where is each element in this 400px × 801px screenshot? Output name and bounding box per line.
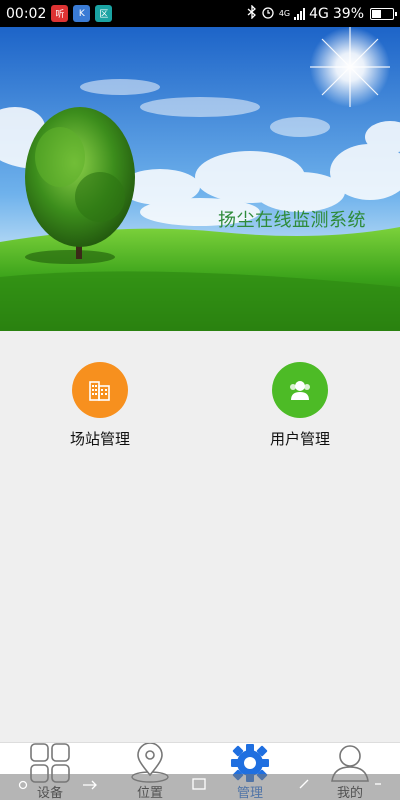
users-icon (272, 362, 328, 418)
system-nav-bar (0, 774, 400, 800)
landscape-illustration (0, 27, 400, 331)
nav-forward-icon[interactable] (82, 778, 98, 794)
alarm-icon (261, 5, 275, 22)
notification-app-icon: 区 (95, 5, 113, 22)
function-menu: 场站管理 用户管理 (0, 362, 400, 462)
bluetooth-icon (247, 4, 257, 22)
station-management-label: 场站管理 (69, 430, 130, 448)
notification-app-icon: 听 (51, 5, 69, 22)
signal-icon (294, 7, 306, 20)
banner-title: 扬尘在线监测系统 (218, 210, 366, 231)
building-icon (72, 362, 128, 418)
user-management-button[interactable]: 用户管理 (230, 362, 370, 449)
nav-menu-icon[interactable] (374, 778, 382, 794)
battery-icon (370, 7, 397, 20)
nav-recents-icon[interactable] (192, 778, 206, 794)
notification-app-icon: K (73, 5, 91, 22)
network-small-label: 4G (278, 8, 291, 18)
network-type: 4G (309, 5, 329, 22)
status-bar: 00:02 听 K 区 4G 4G 39% (0, 0, 400, 27)
status-time: 00:02 (6, 5, 47, 22)
nav-home-icon[interactable] (18, 778, 28, 794)
banner-image: 扬尘在线监测系统 (0, 27, 400, 331)
nav-back-icon[interactable] (298, 778, 310, 794)
battery-percent: 39% (332, 5, 364, 22)
station-management-button[interactable]: 场站管理 (30, 362, 170, 449)
user-management-label: 用户管理 (269, 430, 330, 448)
